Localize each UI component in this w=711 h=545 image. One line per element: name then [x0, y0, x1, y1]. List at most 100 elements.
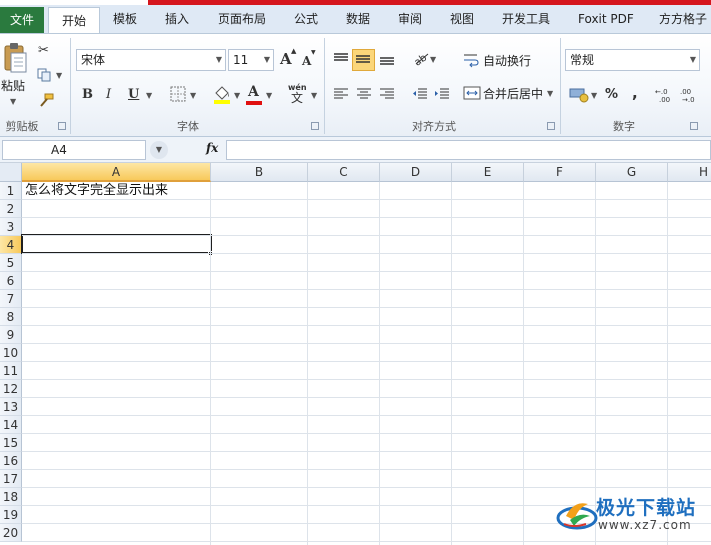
row-header-13[interactable]: 13 [0, 398, 22, 416]
percent-style-button[interactable]: % [605, 88, 618, 101]
tab-review[interactable]: 审阅 [398, 5, 422, 34]
row-header-4[interactable]: 4 [0, 236, 22, 254]
copy-dropdown-icon[interactable]: ▼ [56, 72, 62, 80]
chevron-down-icon: ▼ [215, 55, 222, 64]
name-box-dropdown-icon[interactable]: ▼ [150, 141, 168, 159]
tab-file[interactable]: 文件 [0, 7, 44, 34]
orientation-icon[interactable]: ab [412, 50, 430, 66]
clipboard-launcher-icon[interactable] [58, 122, 66, 130]
tab-insert[interactable]: 插入 [165, 5, 189, 34]
decrease-decimal-icon[interactable]: .00 →.0 [680, 86, 702, 104]
shrink-font-button[interactable]: A [302, 55, 311, 67]
row-header-3[interactable]: 3 [0, 218, 22, 236]
italic-button[interactable]: I [106, 88, 111, 101]
active-cell-a4[interactable] [21, 234, 212, 254]
increase-decimal-icon[interactable]: ←.0 .00 [655, 86, 677, 104]
paste-button[interactable]: 粘贴 [1, 78, 25, 94]
row-header-9[interactable]: 9 [0, 326, 22, 344]
underline-button[interactable]: U [128, 88, 139, 101]
bold-button[interactable]: B [82, 88, 93, 101]
font-name-combo[interactable]: 宋体 ▼ [76, 49, 226, 71]
tab-developer[interactable]: 开发工具 [502, 5, 550, 34]
column-header-a[interactable]: A [22, 163, 211, 182]
border-dropdown-icon[interactable]: ▼ [190, 92, 196, 100]
tab-foxit-pdf[interactable]: Foxit PDF [578, 5, 634, 34]
phonetic-guide-button[interactable]: 文 [291, 92, 303, 104]
row-header-12[interactable]: 12 [0, 380, 22, 398]
select-all-corner[interactable] [0, 163, 22, 182]
row-header-17[interactable]: 17 [0, 470, 22, 488]
wrap-text-button[interactable]: 自动换行 [483, 53, 531, 69]
number-launcher-icon[interactable] [690, 122, 698, 130]
row-header-16[interactable]: 16 [0, 452, 22, 470]
cell-a1[interactable]: 怎么将文字完全显示出来 [25, 182, 168, 200]
decrease-indent-icon[interactable] [412, 86, 428, 102]
paste-icon[interactable] [2, 40, 28, 74]
row-gridline [22, 325, 711, 326]
align-top-icon[interactable] [333, 52, 349, 66]
format-painter-icon[interactable] [38, 93, 54, 107]
column-header-d[interactable]: D [380, 163, 452, 182]
merge-dropdown-icon[interactable]: ▼ [547, 90, 553, 98]
column-gridline [307, 182, 308, 545]
orientation-dropdown-icon[interactable]: ▼ [430, 56, 436, 64]
column-gridline [210, 182, 211, 545]
worksheet-grid[interactable]: A B C D E F G H 1 2 3 4 5 6 7 8 9 10 11 12 13 14 15 16 1… [0, 163, 711, 545]
tab-formulas[interactable]: 公式 [294, 5, 318, 34]
tab-data[interactable]: 数据 [346, 5, 370, 34]
border-icon[interactable] [170, 86, 186, 102]
phonetic-dropdown-icon[interactable]: ▼ [311, 92, 317, 100]
column-header-c[interactable]: C [308, 163, 380, 182]
font-launcher-icon[interactable] [311, 122, 319, 130]
row-header-1[interactable]: 1 [0, 182, 22, 200]
row-header-20[interactable]: 20 [0, 524, 22, 542]
column-header-f[interactable]: F [524, 163, 596, 182]
tab-templates[interactable]: 模板 [113, 5, 137, 34]
watermark-url: www.xz7.com [598, 518, 692, 532]
row-header-10[interactable]: 10 [0, 344, 22, 362]
copy-icon[interactable] [37, 68, 53, 82]
align-left-icon[interactable] [333, 86, 349, 102]
name-box[interactable]: A4 [2, 140, 146, 160]
currency-dropdown-icon[interactable]: ▼ [591, 92, 597, 100]
align-center-icon[interactable] [356, 86, 372, 102]
row-header-19[interactable]: 19 [0, 506, 22, 524]
fill-color-dropdown-icon[interactable]: ▼ [234, 92, 240, 100]
currency-format-icon[interactable] [569, 85, 589, 103]
paste-dropdown-icon[interactable]: ▼ [10, 98, 16, 106]
row-header-7[interactable]: 7 [0, 290, 22, 308]
underline-dropdown-icon[interactable]: ▼ [146, 92, 152, 100]
row-header-18[interactable]: 18 [0, 488, 22, 506]
row-header-2[interactable]: 2 [0, 200, 22, 218]
row-header-5[interactable]: 5 [0, 254, 22, 272]
column-header-b[interactable]: B [211, 163, 308, 182]
fill-color-icon[interactable] [212, 84, 232, 104]
column-header-e[interactable]: E [452, 163, 524, 182]
comma-style-button[interactable]: , [632, 86, 638, 101]
insert-function-icon[interactable]: fx [206, 141, 218, 155]
svg-text:ab: ab [413, 52, 430, 66]
cut-icon[interactable]: ✂ [38, 44, 49, 57]
row-header-15[interactable]: 15 [0, 434, 22, 452]
tab-home[interactable]: 开始 [48, 7, 100, 35]
row-header-14[interactable]: 14 [0, 416, 22, 434]
font-color-dropdown-icon[interactable]: ▼ [266, 92, 272, 100]
increase-indent-icon[interactable] [434, 86, 450, 102]
font-size-combo[interactable]: 11 ▼ [228, 49, 274, 71]
grow-font-button[interactable]: A [280, 52, 292, 67]
column-header-g[interactable]: G [596, 163, 668, 182]
row-header-6[interactable]: 6 [0, 272, 22, 290]
align-bottom-icon[interactable] [379, 52, 395, 66]
row-header-11[interactable]: 11 [0, 362, 22, 380]
align-right-icon[interactable] [379, 86, 395, 102]
tab-view[interactable]: 视图 [450, 5, 474, 34]
tab-page-layout[interactable]: 页面布局 [218, 5, 266, 34]
number-format-combo[interactable]: 常规 ▼ [565, 49, 700, 71]
font-color-button[interactable]: A [248, 85, 259, 99]
formula-input[interactable] [226, 140, 711, 160]
merge-center-button[interactable]: 合并后居中 [483, 86, 543, 102]
row-header-8[interactable]: 8 [0, 308, 22, 326]
tab-fangfang-gezi[interactable]: 方方格子 [659, 5, 707, 34]
column-header-h[interactable]: H [668, 163, 711, 182]
alignment-launcher-icon[interactable] [547, 122, 555, 130]
